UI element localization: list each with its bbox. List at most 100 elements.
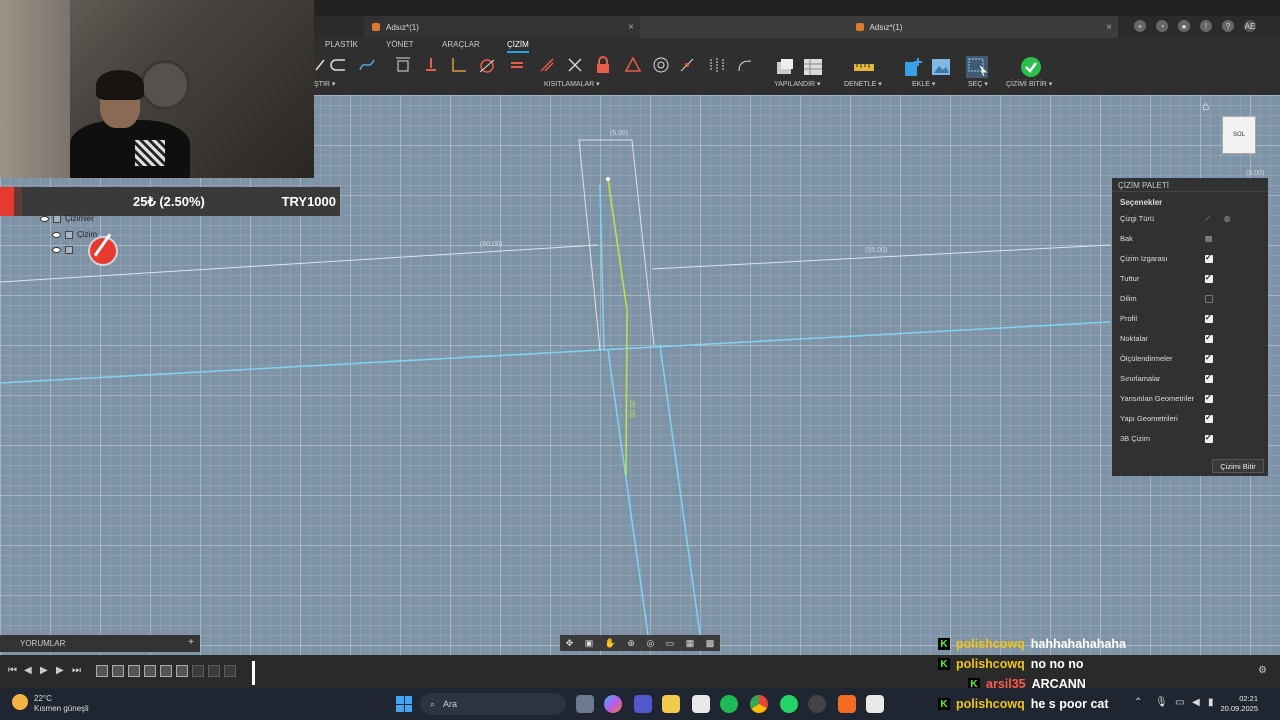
timeline-feature[interactable] (128, 665, 140, 677)
perpendicular-constraint-icon[interactable] (566, 56, 584, 74)
insert-image-icon[interactable] (930, 56, 952, 78)
checkbox-dimensions[interactable] (1205, 348, 1213, 368)
help-icon[interactable]: ? (1222, 20, 1234, 32)
close-icon[interactable]: × (1106, 22, 1112, 33)
tab-tools[interactable]: ARAÇLAR (442, 40, 480, 49)
design-canvas[interactable]: (5.00) (60.00) (55.00) 20.00 (5.00) (0, 95, 1280, 655)
checkbox-construction-geometries[interactable] (1205, 408, 1213, 428)
measure-icon[interactable] (852, 56, 876, 78)
coincident-constraint-icon[interactable] (678, 56, 696, 74)
steam-icon[interactable] (808, 695, 826, 713)
fusion-app-icon[interactable] (838, 695, 856, 713)
look-at-icon[interactable]: ▤ (1205, 229, 1212, 249)
finish-sketch-button[interactable]: Çizimi Bitir (1212, 459, 1264, 473)
go-to-start-icon[interactable]: ⏮ (8, 665, 17, 676)
palette-title[interactable]: ÇİZİM PALETİ (1112, 178, 1268, 192)
visibility-icon[interactable] (40, 215, 49, 222)
spline-tool-icon[interactable] (358, 56, 376, 74)
comments-panel[interactable]: YORUMLAR + (0, 635, 200, 652)
visibility-icon[interactable] (52, 231, 61, 238)
select-icon[interactable] (966, 56, 988, 78)
horizontal-constraint-icon[interactable] (624, 56, 642, 74)
view-cube[interactable]: SOL (1222, 116, 1256, 154)
tab-plastic[interactable]: PLASTİK (325, 40, 358, 49)
network-icon[interactable]: ▭ (1175, 697, 1184, 708)
pan-icon[interactable]: ✋ (605, 638, 616, 649)
constraints-group-label[interactable]: KISITLAMALAR ▾ (544, 80, 600, 88)
insert-icon[interactable] (902, 56, 924, 78)
copilot-icon[interactable] (604, 695, 622, 713)
timeline-feature[interactable] (112, 665, 124, 677)
equal-constraint-icon[interactable] (508, 56, 526, 74)
checkbox-snap[interactable] (1205, 268, 1213, 288)
display-settings-icon[interactable]: ▭ (666, 638, 675, 649)
document-tab[interactable]: Adsız*(1) × (364, 16, 640, 38)
browser-item[interactable] (52, 246, 73, 254)
finish-sketch-icon[interactable] (1020, 56, 1042, 78)
step-back-icon[interactable]: ◀ (24, 665, 32, 676)
gear-icon[interactable]: ⚙ (1258, 665, 1267, 676)
zoom-icon[interactable]: ⊕ (627, 638, 635, 649)
checkbox-slice[interactable] (1205, 295, 1213, 303)
new-tab-icon[interactable]: + (1134, 20, 1146, 32)
timeline-feature[interactable] (144, 665, 156, 677)
timeline-feature[interactable] (96, 665, 108, 677)
inspect-group-label[interactable]: DENETLE ▾ (844, 80, 882, 88)
play-icon[interactable]: ▶ (40, 665, 48, 676)
orbit-icon[interactable]: ✥ (566, 638, 574, 649)
symmetry-constraint-icon[interactable] (708, 56, 726, 74)
checkbox-projected-geometries[interactable] (1205, 388, 1213, 408)
home-icon[interactable]: ⌂ (1202, 99, 1209, 113)
weather-widget[interactable]: 22°C Kısmen güneşli (12, 694, 89, 714)
checkbox-profile[interactable] (1205, 308, 1213, 328)
calculator-icon[interactable] (866, 695, 884, 713)
insert-group-label[interactable]: EKLE ▾ (912, 80, 935, 88)
checkbox-points[interactable] (1205, 328, 1213, 348)
job-status-icon[interactable]: ● (1178, 20, 1190, 32)
clock[interactable]: 02:21 20.09.2025 (1220, 694, 1258, 714)
task-view-icon[interactable] (576, 695, 594, 713)
start-button[interactable] (396, 696, 412, 712)
table-icon[interactable] (802, 56, 824, 78)
grid-settings-icon[interactable]: ▦ (686, 638, 695, 649)
avatar[interactable]: AE (1244, 20, 1256, 32)
notifications-icon[interactable]: ! (1200, 20, 1212, 32)
browser-item-sketch[interactable]: Çizim (52, 230, 97, 239)
timeline-feature[interactable] (224, 665, 236, 677)
offset-tool-icon[interactable] (450, 56, 468, 74)
tab-sketch[interactable]: ÇİZİM (507, 40, 529, 53)
create-group-label[interactable]: ŞTIR ▾ (314, 80, 335, 88)
viewports-icon[interactable]: ▩ (706, 638, 715, 649)
extensions-icon[interactable]: ◔ (1156, 20, 1168, 32)
tab-manage[interactable]: YÖNET (386, 40, 414, 49)
fix-constraint-icon[interactable] (594, 56, 612, 74)
line-tool-icon[interactable] (314, 56, 328, 74)
slot-tool-icon[interactable] (330, 56, 348, 74)
whatsapp-icon[interactable] (780, 695, 798, 713)
close-icon[interactable]: × (628, 22, 634, 33)
browser-item-sketches[interactable]: Çizimler (40, 214, 94, 223)
timeline-marker[interactable] (252, 661, 255, 685)
timeline-feature[interactable] (208, 665, 220, 677)
checkbox-constraints[interactable] (1205, 368, 1213, 388)
checkbox-sketch-grid[interactable] (1205, 248, 1213, 268)
search-box[interactable]: ⌕ Ara (420, 693, 566, 715)
timeline-feature[interactable] (192, 665, 204, 677)
configure-group-label[interactable]: YAPILANDIR ▾ (774, 80, 821, 88)
go-to-end-icon[interactable]: ⏭ (72, 665, 81, 676)
timeline-feature[interactable] (160, 665, 172, 677)
trim-tool-icon[interactable] (422, 56, 440, 74)
timeline-feature[interactable] (176, 665, 188, 677)
spotify-icon[interactable] (720, 695, 738, 713)
store-icon[interactable] (692, 695, 710, 713)
add-comment-icon[interactable]: + (188, 637, 194, 648)
fit-icon[interactable]: ◎ (646, 638, 654, 649)
centerline-icon[interactable]: ◍ (1224, 209, 1231, 229)
concentric-constraint-icon[interactable] (652, 56, 670, 74)
select-group-label[interactable]: SEÇ ▾ (968, 80, 988, 88)
construction-line-icon[interactable]: ⟋ (1205, 209, 1210, 229)
chrome-icon[interactable] (750, 695, 768, 713)
tangent-constraint-icon[interactable] (478, 56, 496, 74)
palette-section[interactable]: Seçenekler (1112, 192, 1268, 209)
microphone-icon[interactable]: 🎙 (1155, 697, 1168, 708)
